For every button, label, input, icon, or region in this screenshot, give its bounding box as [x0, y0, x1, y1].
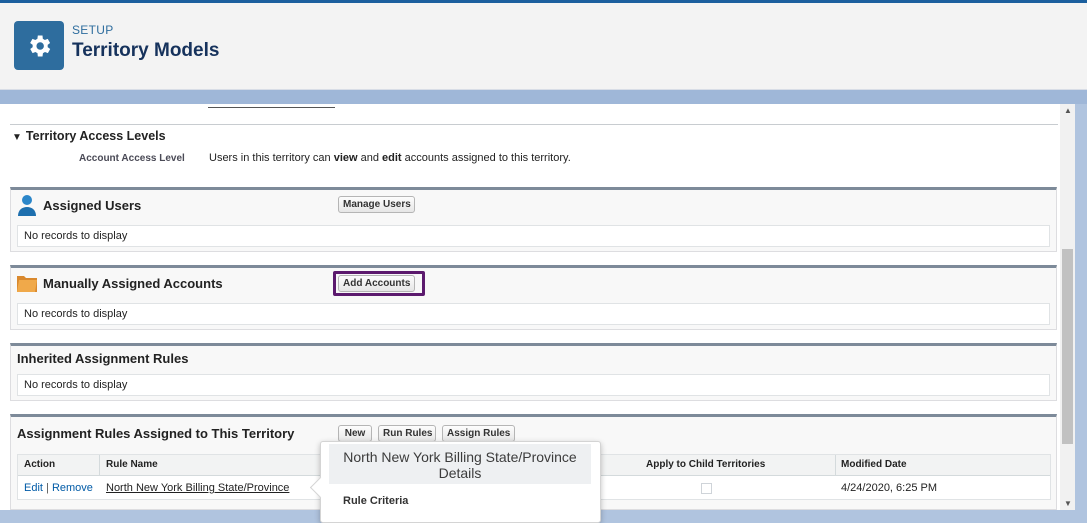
manually-assigned-accounts-section: Manually Assigned Accounts Add Accounts … — [10, 265, 1057, 330]
account-access-value: Users in this territory can view and edi… — [209, 152, 571, 164]
assignment-rules-title: Assignment Rules Assigned to This Territ… — [17, 426, 295, 441]
remove-rule-link[interactable]: Remove — [52, 482, 93, 494]
assigned-users-title: Assigned Users — [43, 198, 142, 213]
territory-access-levels: ▼ Territory Access Levels Account Access … — [10, 124, 1058, 187]
access-levels-title: Territory Access Levels — [25, 129, 166, 143]
column-header-modified-date: Modified Date — [841, 459, 907, 470]
vertical-scrollbar[interactable]: ▲ ▼ — [1060, 104, 1075, 510]
manage-users-button[interactable]: Manage Users — [338, 196, 415, 213]
column-header-action: Action — [24, 459, 56, 470]
manually-assigned-accounts-title: Manually Assigned Accounts — [43, 276, 223, 291]
edit-rule-link[interactable]: Edit — [24, 482, 43, 494]
row-actions: Edit | Remove — [24, 482, 93, 494]
inherited-assignment-rules-section: Inherited Assignment Rules No records to… — [10, 343, 1057, 401]
assign-rules-button[interactable]: Assign Rules — [442, 425, 515, 442]
user-icon — [17, 194, 37, 219]
action-separator: | — [42, 482, 52, 494]
assigned-users-section: Assigned Users Manage Users No records t… — [10, 187, 1057, 252]
scrollbar-thumb[interactable] — [1062, 249, 1073, 444]
new-rule-button[interactable]: New — [338, 425, 372, 442]
column-divider — [835, 455, 836, 475]
gear-icon — [14, 21, 64, 70]
scroll-up-arrow-icon[interactable]: ▲ — [1064, 106, 1072, 115]
inherited-rules-title: Inherited Assignment Rules — [17, 351, 189, 366]
page-title: Territory Models — [72, 40, 220, 61]
add-accounts-button[interactable]: Add Accounts — [338, 275, 415, 292]
assigned-users-empty: No records to display — [17, 225, 1050, 247]
rule-name-link[interactable]: North New York Billing State/Province — [106, 482, 289, 494]
apply-child-checkbox — [701, 483, 712, 494]
modified-date: 4/24/2020, 6:25 PM — [841, 482, 938, 494]
popover-title: North New York Billing State/Province De… — [329, 444, 591, 484]
account-access-label: Account Access Level — [79, 153, 185, 164]
run-rules-button[interactable]: Run Rules — [378, 425, 436, 442]
clipped-link — [208, 104, 335, 108]
decorative-band — [0, 90, 1087, 104]
column-header-apply-child: Apply to Child Territories — [646, 459, 766, 470]
scroll-down-arrow-icon[interactable]: ▼ — [1064, 499, 1072, 508]
rule-details-popover: North New York Billing State/Province De… — [309, 441, 601, 523]
access-levels-heading[interactable]: ▼ Territory Access Levels — [12, 129, 166, 143]
column-header-rule-name: Rule Name — [106, 459, 158, 470]
manual-accounts-empty: No records to display — [17, 303, 1050, 325]
collapse-triangle-icon[interactable]: ▼ — [12, 132, 22, 143]
breadcrumb-setup: SETUP — [72, 23, 114, 37]
popover-subheading: Rule Criteria — [343, 495, 409, 507]
inherited-rules-empty: No records to display — [17, 374, 1050, 396]
setup-header: SETUP Territory Models — [0, 3, 1087, 90]
folder-icon — [15, 271, 39, 298]
column-divider — [99, 455, 100, 475]
